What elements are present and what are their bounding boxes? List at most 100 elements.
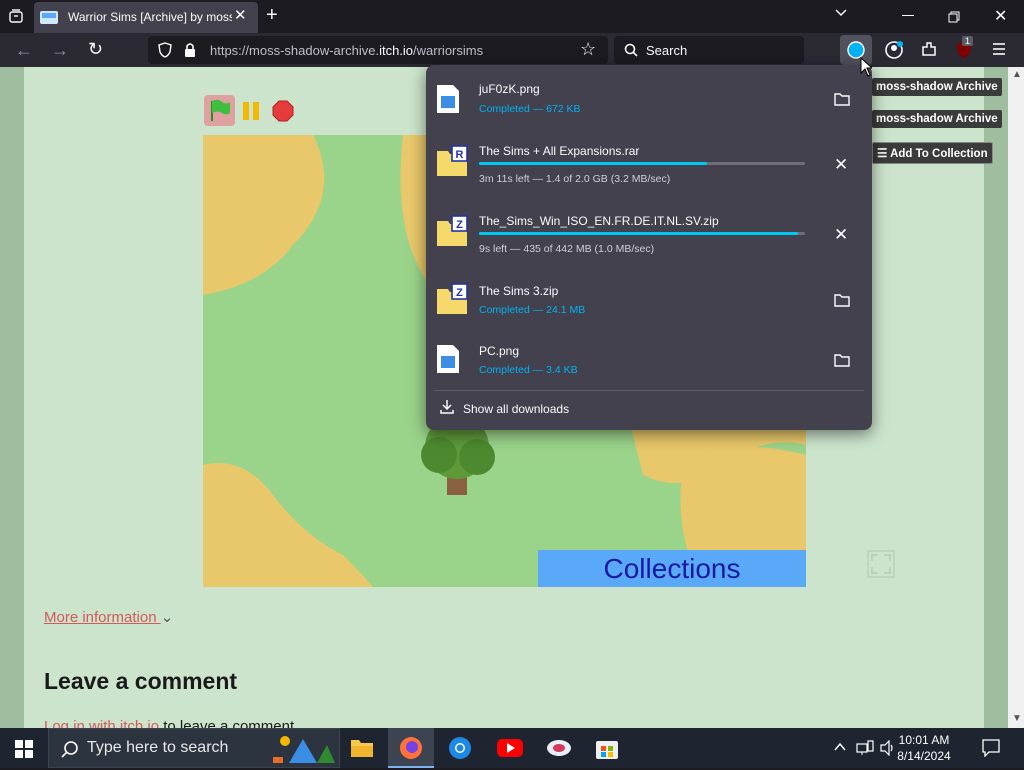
download-filename: The_Sims_Win_ISO_EN.FR.DE.IT.NL.SV.zip [479, 214, 719, 228]
pause-button[interactable] [242, 101, 260, 126]
clock-date: 8/14/2024 [897, 749, 951, 763]
download-item[interactable]: PC.png Completed — 3.4 KB [426, 331, 872, 391]
add-to-collection-label: Add To Collection [890, 148, 988, 160]
taskbar-clock[interactable]: 10:01 AM 8/14/2024 [896, 732, 952, 764]
chrome-taskbar-icon[interactable] [448, 736, 472, 765]
download-status: Completed — 672 KB [479, 103, 581, 115]
login-link[interactable]: Log in with itch.io [44, 718, 159, 728]
app-taskbar-icon[interactable] [546, 736, 572, 765]
show-all-downloads-link[interactable]: Show all downloads [463, 402, 569, 416]
account-icon[interactable] [884, 40, 904, 65]
archive-follow-button[interactable]: moss-shadow Archive [872, 78, 1002, 96]
search-placeholder: Search [646, 43, 688, 58]
chevron-down-icon: ⌄ [160, 609, 174, 626]
tracking-protection-icon[interactable] [158, 42, 172, 63]
download-filename: The Sims 3.zip [479, 284, 559, 298]
taskbar-search-box[interactable]: Type here to search [48, 728, 340, 768]
scroll-up-icon[interactable]: ▲ [1012, 69, 1022, 80]
new-tab-icon[interactable]: + [266, 4, 278, 27]
cancel-download-icon[interactable]: ✕ [834, 225, 848, 245]
scroll-down-icon[interactable]: ▼ [1012, 713, 1022, 724]
download-filename: juF0zK.png [479, 82, 540, 96]
close-tab-icon[interactable]: ✕ [234, 6, 247, 24]
download-status: Completed — 24.1 MB [479, 304, 586, 316]
clock-time: 10:01 AM [898, 733, 950, 747]
stop-button[interactable] [272, 100, 294, 127]
archive-link-button[interactable]: moss-shadow Archive [872, 110, 1002, 128]
add-list-icon: ☰ [877, 148, 891, 160]
folder-icon[interactable] [834, 293, 850, 312]
minimize-icon[interactable] [902, 15, 914, 16]
file-explorer-icon[interactable] [350, 738, 374, 763]
close-window-icon[interactable]: ✕ [994, 6, 1007, 26]
login-prompt-text: to leave a comment. [159, 718, 299, 728]
cancel-download-icon[interactable]: ✕ [834, 155, 848, 175]
taskbar: Type here to search 10:01 AM 8/14/2024 [0, 728, 1024, 768]
download-item[interactable]: Z The_Sims_Win_ISO_EN.FR.DE.IT.NL.SV.zip… [426, 201, 872, 261]
image-file-icon [436, 84, 460, 119]
download-status: 9s left — 435 of 442 MB (1.0 MB/sec) [479, 243, 655, 255]
network-icon[interactable] [856, 740, 874, 761]
folder-icon[interactable] [834, 353, 850, 372]
search-bar[interactable]: Search [614, 36, 804, 64]
extensions-icon[interactable] [920, 40, 938, 63]
firefox-taskbar-icon[interactable] [388, 728, 434, 768]
restore-icon[interactable] [948, 10, 960, 28]
search-icon [624, 43, 638, 62]
camping-illustration-icon [269, 733, 337, 770]
green-flag-button[interactable] [204, 95, 235, 126]
tab-title: Warrior Sims [Archive] by moss-shadow Ar… [68, 10, 232, 24]
favicon-icon [40, 9, 58, 30]
taskbar-search-placeholder: Type here to search [87, 739, 229, 756]
download-status: 3m 11s left — 1.4 of 2.0 GB (3.2 MB/sec) [479, 173, 671, 185]
back-icon[interactable]: ← [15, 40, 33, 61]
more-information-link[interactable]: More information ⌄ [44, 608, 173, 626]
tab-overview-icon[interactable] [8, 8, 24, 29]
zip-archive-icon: Z [436, 283, 470, 320]
folder-icon[interactable] [834, 92, 850, 111]
download-filename: PC.png [479, 344, 520, 358]
download-item[interactable]: juF0zK.png Completed — 672 KB [426, 70, 872, 130]
login-prompt: Log in with itch.io to leave a comment. [44, 718, 298, 728]
tab-strip: Warrior Sims [Archive] by moss-shadow Ar… [0, 0, 1024, 33]
downloads-panel: juF0zK.png Completed — 672 KB R The Sims… [426, 65, 872, 430]
lock-icon[interactable] [184, 42, 196, 63]
url-text: https://moss-shadow-archive.itch.io/warr… [210, 43, 484, 58]
download-filename: The Sims + All Expansions.rar [479, 144, 640, 158]
url-bar[interactable]: https://moss-shadow-archive.itch.io/warr… [148, 36, 608, 64]
ublock-badge: 1 [962, 36, 974, 46]
notifications-icon[interactable] [982, 739, 1000, 762]
forward-icon[interactable]: → [51, 40, 69, 61]
page-scrollbar[interactable]: ▲ ▼ [1008, 67, 1024, 728]
svg-text:R: R [456, 149, 464, 161]
download-progress-bar [479, 162, 805, 165]
youtube-taskbar-icon[interactable] [497, 738, 523, 763]
svg-text:Z: Z [456, 219, 463, 231]
reload-icon[interactable]: ↻ [88, 39, 103, 60]
list-tabs-icon[interactable] [834, 6, 848, 25]
collections-banner[interactable]: Collections [538, 550, 806, 587]
mouse-cursor-icon [860, 56, 874, 82]
download-item[interactable]: Z The Sims 3.zip Completed — 24.1 MB [426, 271, 872, 331]
comments-heading: Leave a comment [44, 668, 238, 694]
fullscreen-icon[interactable] [867, 550, 895, 583]
bookmark-star-icon[interactable]: ☆ [580, 39, 596, 60]
svg-text:Z: Z [456, 287, 463, 299]
rar-archive-icon: R [436, 145, 470, 182]
tab-warrior-sims[interactable]: Warrior Sims [Archive] by moss-shadow Ar… [34, 2, 258, 33]
microsoft-store-icon[interactable] [595, 736, 619, 765]
download-status: Completed — 3.4 KB [479, 364, 578, 376]
zip-archive-icon: Z [436, 215, 470, 252]
windows-start-icon[interactable] [15, 740, 33, 763]
image-file-icon [436, 344, 460, 379]
download-progress-bar [479, 232, 805, 235]
download-item[interactable]: R The Sims + All Expansions.rar 3m 11s l… [426, 131, 872, 191]
volume-icon[interactable] [880, 739, 896, 761]
chevron-up-icon[interactable] [834, 740, 846, 758]
app-menu-icon[interactable] [992, 42, 1006, 61]
divider [434, 390, 864, 391]
search-icon [61, 740, 79, 763]
download-icon [440, 399, 454, 420]
more-information-label: More information [44, 609, 157, 626]
add-to-collection-button[interactable]: ☰ Add To Collection [872, 142, 993, 164]
